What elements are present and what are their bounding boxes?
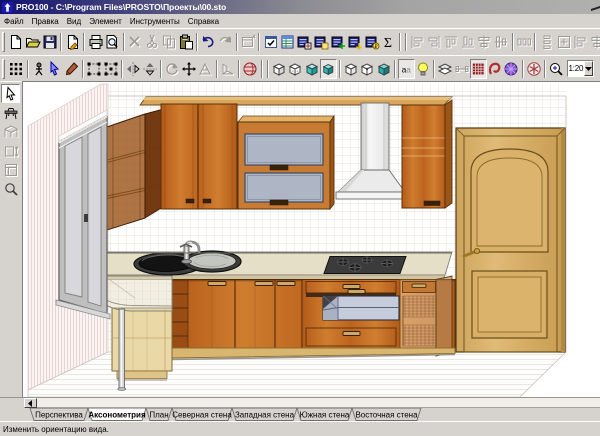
svg-text:Аксонометрия: Аксонометрия xyxy=(88,411,146,420)
svg-text:Западная стена: Западная стена xyxy=(235,411,295,420)
svg-text:Северная стена: Северная стена xyxy=(172,411,232,420)
svg-text:План: План xyxy=(149,411,168,420)
svg-text:Южная стена: Южная стена xyxy=(300,411,350,420)
svg-text:Восточная стена: Восточная стена xyxy=(355,411,418,420)
svg-text:Перспектива: Перспектива xyxy=(35,411,83,420)
svg-text:a: a xyxy=(406,65,411,74)
svg-text:Σ: Σ xyxy=(384,36,392,50)
